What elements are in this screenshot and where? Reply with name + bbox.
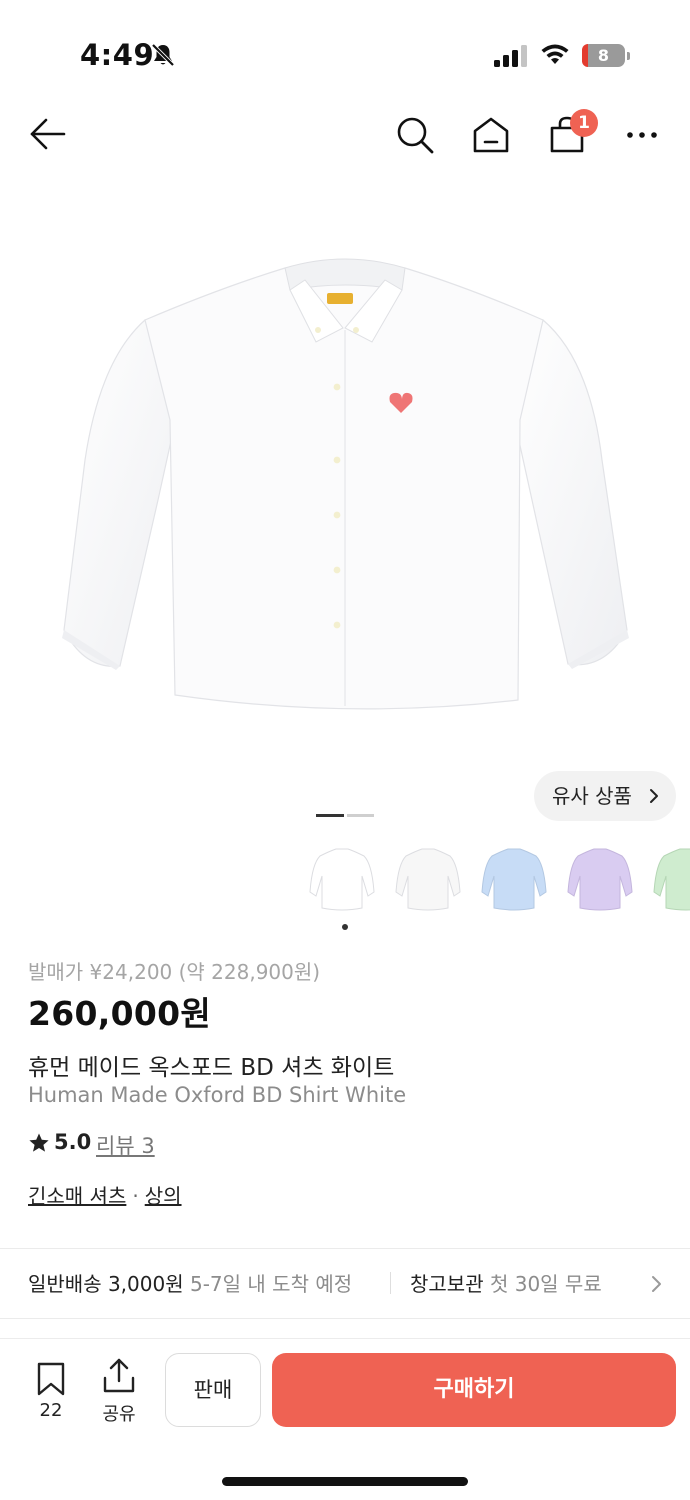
storage-info: 창고보관 첫 30일 무료 [410, 1268, 602, 1297]
shipping-eta: 5-7일 내 도착 예정 [189, 1272, 353, 1296]
storage-note: 첫 30일 무료 [489, 1272, 602, 1296]
cart-count-badge: 1 [570, 109, 598, 137]
status-time: 4:49 [80, 38, 155, 72]
share-icon[interactable] [102, 1358, 136, 1394]
product-name-korean: 휴먼 메이드 옥스포드 BD 셔츠 화이트 [28, 1055, 395, 1081]
search-icon[interactable] [394, 114, 436, 156]
thumbnail-shirt-blue[interactable] [478, 846, 550, 914]
product-name-english: Human Made Oxford BD Shirt White [28, 1083, 407, 1107]
similar-products-label: 유사 상품 [552, 784, 632, 808]
home-icon[interactable] [470, 114, 512, 156]
category-separator: · [132, 1184, 139, 1208]
thumbnail-shirt-white[interactable] [306, 846, 378, 914]
buy-button[interactable]: 구매하기 [272, 1353, 676, 1427]
section-divider [0, 1248, 690, 1249]
color-thumbnails [306, 846, 690, 914]
category-breadcrumb: 긴소매 셔츠 · 상의 [28, 1180, 182, 1209]
shipping-info-row[interactable]: 일반배송 3,000원 5-7일 내 도착 예정 창고보관 첫 30일 무료 [28, 1268, 668, 1298]
thumbnail-shirt-shape [653, 848, 690, 911]
thumbnail-shirt-purple[interactable] [564, 846, 636, 914]
bell-off-icon [151, 43, 175, 67]
chevron-right-icon [652, 1276, 661, 1292]
thumbnail-shirt-shape [395, 848, 461, 911]
thumbnail-shirt-shape [309, 848, 375, 911]
category-link-tops[interactable]: 상의 [145, 1184, 182, 1208]
back-arrow-icon[interactable] [28, 114, 68, 154]
home-indicator [222, 1477, 468, 1486]
thumbnail-shirt-offwhite[interactable] [392, 846, 464, 914]
bookmark-icon[interactable] [35, 1362, 67, 1396]
thumbnail-shirt-shape [481, 848, 547, 911]
review-link[interactable]: 리뷰 3 [96, 1130, 155, 1160]
shipping-divider [390, 1272, 391, 1294]
thumbnail-shirt-shape [567, 848, 633, 911]
release-price: 발매가 ¥24,200 (약 228,900원) [28, 960, 321, 984]
thumbnail-shirt-green[interactable] [650, 846, 690, 914]
thumbnail-page-dot [342, 924, 348, 930]
product-price: 260,000원 [28, 994, 212, 1033]
gallery-page-indicator [347, 814, 374, 817]
battery-indicator: 8 [582, 44, 630, 68]
storage-label: 창고보관 [410, 1272, 484, 1296]
chevron-right-icon [650, 789, 658, 803]
cellular-signal-icon [494, 45, 527, 67]
shipping-method: 일반배송 3,000원 [28, 1272, 184, 1296]
similar-products-button[interactable]: 유사 상품 [534, 771, 676, 821]
section-divider [0, 1318, 690, 1319]
wifi-icon [541, 44, 569, 64]
star-icon [29, 1133, 49, 1152]
product-image[interactable] [50, 250, 640, 720]
battery-percent: 8 [597, 46, 610, 65]
bookmark-count: 22 [39, 1400, 63, 1421]
category-link-long-sleeve-shirts[interactable]: 긴소매 셔츠 [28, 1184, 126, 1208]
more-options-icon[interactable] [622, 120, 662, 150]
gallery-page-indicator-active [316, 814, 344, 817]
status-bar: 4:49 8 [0, 0, 690, 100]
rating-value: 5.0 [54, 1130, 92, 1154]
sell-button[interactable]: 판매 [165, 1353, 261, 1427]
share-label: 공유 [102, 1404, 136, 1425]
